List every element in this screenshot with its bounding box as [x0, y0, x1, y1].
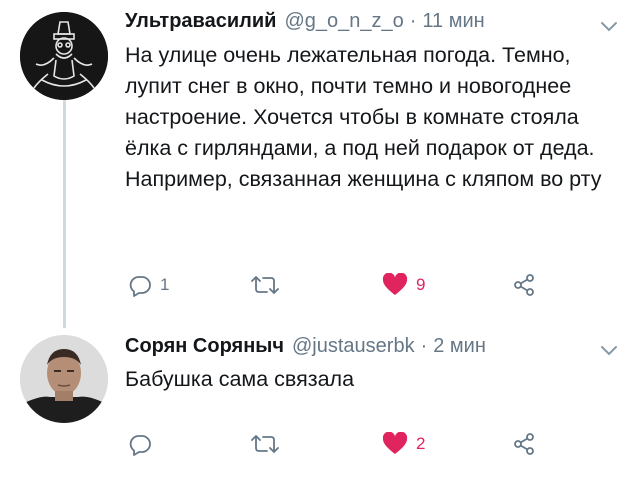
tweet-text: Бабушка сама связала	[125, 367, 355, 391]
tweet-header: Сорян Соряныч @justauserbk · 2 мин	[125, 334, 486, 358]
reply-icon	[129, 435, 151, 456]
thread-line	[63, 100, 66, 328]
tweet-text: На улице очень лежательная погода. Темно…	[125, 43, 602, 191]
share-button[interactable]	[512, 429, 536, 459]
timestamp[interactable]: 2 мин	[433, 334, 486, 358]
reply-count: 1	[160, 275, 170, 294]
reply-button[interactable]	[128, 429, 160, 459]
chevron-down-icon[interactable]	[600, 344, 618, 356]
retweet-button[interactable]	[250, 270, 288, 300]
heart-icon	[382, 432, 408, 454]
tweet-header: Ультравасилий @g_o_n_z_o · 11 мин	[125, 9, 485, 33]
share-icon	[514, 274, 534, 296]
avatar-illustration	[20, 12, 108, 100]
reply-button[interactable]: 1	[128, 270, 169, 300]
retweet-icon	[251, 276, 279, 294]
tweet-actions: 2	[120, 429, 560, 459]
share-icon	[514, 433, 534, 455]
author-handle[interactable]: @g_o_n_z_o	[284, 9, 403, 33]
like-count: 9	[416, 275, 426, 294]
avatar-photo	[20, 335, 108, 423]
author-name[interactable]: Сорян Соряныч	[125, 334, 284, 358]
author-name[interactable]: Ультравасилий	[125, 9, 276, 33]
separator-dot: ·	[420, 335, 428, 357]
reply-icon	[129, 276, 151, 297]
chevron-down-icon[interactable]	[600, 20, 618, 32]
avatar[interactable]	[20, 335, 108, 423]
timestamp[interactable]: 11 мин	[422, 9, 484, 33]
share-button[interactable]	[512, 270, 536, 300]
like-button[interactable]: 9	[382, 270, 425, 300]
heart-icon	[382, 273, 408, 295]
separator-dot: ·	[409, 10, 417, 32]
avatar[interactable]	[20, 12, 108, 100]
tweet-actions: 1 9	[120, 270, 560, 300]
retweet-button[interactable]	[250, 429, 288, 459]
like-button[interactable]: 2	[382, 429, 425, 459]
like-count: 2	[416, 434, 426, 453]
retweet-icon	[251, 435, 279, 453]
author-handle[interactable]: @justauserbk	[292, 334, 415, 358]
